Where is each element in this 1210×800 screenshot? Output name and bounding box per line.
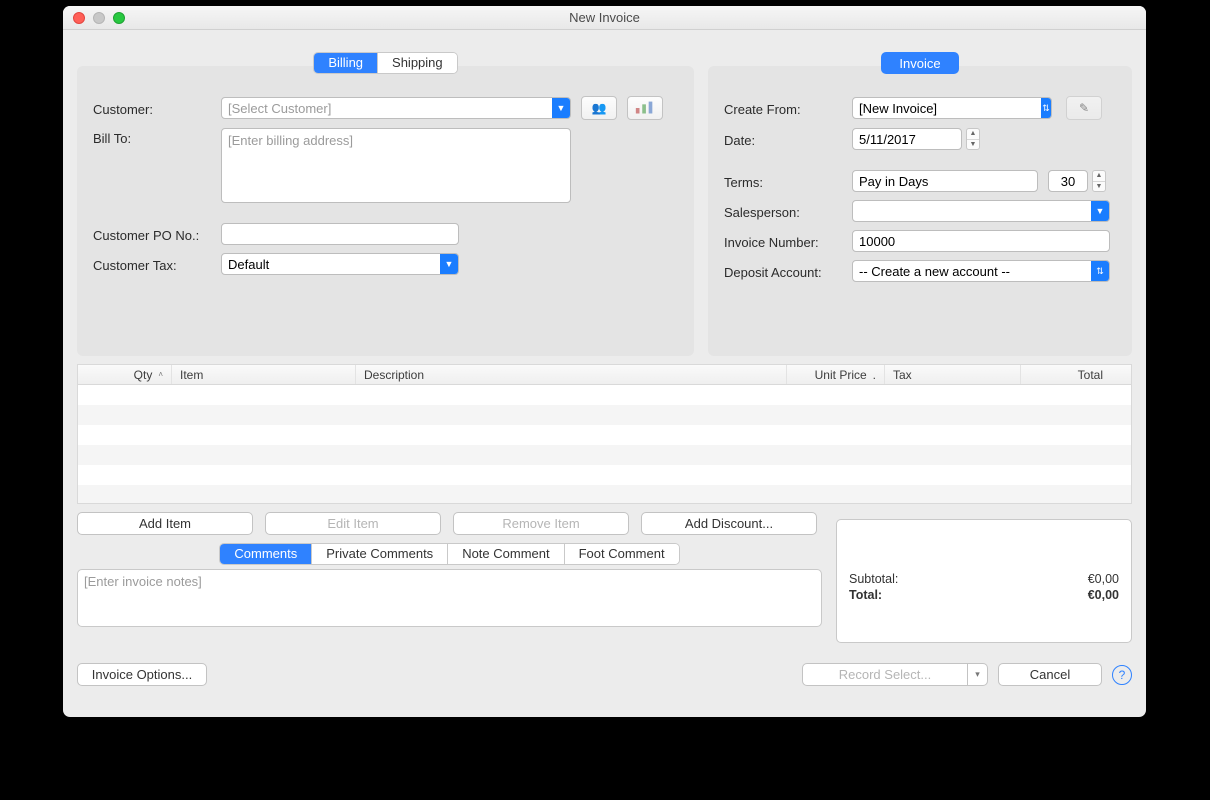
table-row[interactable] xyxy=(78,405,1131,425)
invoice-number-input[interactable] xyxy=(852,230,1110,252)
table-body xyxy=(78,385,1131,504)
cancel-button[interactable]: Cancel xyxy=(998,663,1102,686)
date-stepper[interactable]: ▲ ▼ xyxy=(966,128,980,150)
billing-panel: Billing Shipping Customer: ▼ 👥 xyxy=(77,66,694,356)
subtotal-label: Subtotal: xyxy=(849,572,898,586)
sort-asc-icon: ˄ xyxy=(158,370,163,379)
notes-tabs: Comments Private Comments Note Comment F… xyxy=(219,543,679,565)
manage-customers-button[interactable]: 👥 xyxy=(581,96,617,120)
record-select-dropdown[interactable]: Record Select... ▾ xyxy=(802,663,988,686)
chevron-down-icon[interactable]: ▾ xyxy=(968,663,988,686)
deposit-account-label: Deposit Account: xyxy=(724,262,852,280)
bar-chart-icon xyxy=(634,100,656,116)
titlebar: New Invoice xyxy=(63,6,1146,30)
customer-label: Customer: xyxy=(93,99,221,117)
bill-to-textarea[interactable] xyxy=(221,128,571,203)
chevron-down-icon[interactable]: ▼ xyxy=(552,98,570,118)
chevrons-updown-icon[interactable]: ⇅ xyxy=(1091,261,1109,281)
customer-tax-select[interactable]: ▼ xyxy=(221,253,459,275)
subtotal-value: €0,00 xyxy=(1088,572,1119,586)
tab-private-comments[interactable]: Private Comments xyxy=(311,544,447,564)
customer-tax-value xyxy=(222,257,440,272)
table-row[interactable] xyxy=(78,465,1131,485)
people-icon: 👥 xyxy=(592,101,607,115)
chevron-up-icon[interactable]: ▲ xyxy=(1093,171,1105,182)
customer-input[interactable] xyxy=(222,101,552,116)
terms-days-input[interactable] xyxy=(1048,170,1088,192)
deposit-account-value xyxy=(853,264,1091,279)
customer-tax-label: Customer Tax: xyxy=(93,255,221,273)
window-title: New Invoice xyxy=(569,10,640,25)
tab-foot-comment[interactable]: Foot Comment xyxy=(564,544,679,564)
tab-billing[interactable]: Billing xyxy=(314,53,377,73)
table-row[interactable] xyxy=(78,425,1131,445)
invoice-heading: Invoice xyxy=(881,52,958,74)
invoice-panel: Invoice Create From: ⇅ ✎ Date: xyxy=(708,66,1132,356)
table-row[interactable] xyxy=(78,445,1131,465)
col-total[interactable]: Total xyxy=(1021,365,1131,384)
line-items-table[interactable]: Qty˄ Item Description Unit Price. Tax To… xyxy=(77,364,1132,504)
table-row[interactable] xyxy=(78,385,1131,405)
terms-value xyxy=(853,174,1038,189)
bill-to-label: Bill To: xyxy=(93,128,221,146)
new-invoice-window: New Invoice Billing Shipping Customer: xyxy=(63,6,1146,717)
add-item-button[interactable]: Add Item xyxy=(77,512,253,535)
col-unit-price[interactable]: Unit Price. xyxy=(787,365,885,384)
minimize-window-button[interactable] xyxy=(93,12,105,24)
chevrons-updown-icon[interactable]: ⇅ xyxy=(1041,98,1051,118)
remove-item-button[interactable]: Remove Item xyxy=(453,512,629,535)
add-discount-button[interactable]: Add Discount... xyxy=(641,512,817,535)
invoice-number-label: Invoice Number: xyxy=(724,232,852,250)
tab-comments[interactable]: Comments xyxy=(220,544,311,564)
col-qty[interactable]: Qty˄ xyxy=(78,365,172,384)
create-from-select[interactable]: ⇅ xyxy=(852,97,1052,119)
chevron-down-icon[interactable]: ▼ xyxy=(440,254,458,274)
terms-select[interactable]: ⇅ xyxy=(852,170,1038,192)
total-value: €0,00 xyxy=(1088,588,1119,602)
invoice-options-button[interactable]: Invoice Options... xyxy=(77,663,207,686)
invoice-notes-textarea[interactable]: [Enter invoice notes] xyxy=(77,569,822,627)
terms-days-stepper[interactable]: ▲ ▼ xyxy=(1092,170,1106,192)
customer-chart-button[interactable] xyxy=(627,96,663,120)
terms-label: Terms: xyxy=(724,172,852,190)
record-select-button[interactable]: Record Select... xyxy=(802,663,968,686)
help-button[interactable]: ? xyxy=(1112,665,1132,685)
salesperson-label: Salesperson: xyxy=(724,202,852,220)
zoom-window-button[interactable] xyxy=(113,12,125,24)
col-item[interactable]: Item xyxy=(172,365,356,384)
col-description[interactable]: Description xyxy=(356,365,787,384)
chevron-up-icon[interactable]: ▲ xyxy=(967,129,979,140)
customer-combo[interactable]: ▼ xyxy=(221,97,571,119)
date-label: Date: xyxy=(724,130,852,148)
table-row[interactable] xyxy=(78,485,1131,504)
date-input[interactable] xyxy=(852,128,962,150)
chevron-down-icon[interactable]: ▼ xyxy=(1093,182,1105,192)
customer-po-label: Customer PO No.: xyxy=(93,225,221,243)
total-label: Total: xyxy=(849,588,882,602)
pencil-icon: ✎ xyxy=(1079,101,1089,115)
billing-shipping-tabs: Billing Shipping xyxy=(313,52,457,74)
salesperson-combo[interactable]: ▼ xyxy=(852,200,1110,222)
tab-note-comment[interactable]: Note Comment xyxy=(447,544,563,564)
table-header: Qty˄ Item Description Unit Price. Tax To… xyxy=(78,365,1131,385)
chevron-down-icon[interactable]: ▼ xyxy=(967,140,979,150)
chevron-down-icon[interactable]: ▼ xyxy=(1091,201,1109,221)
totals-panel: Subtotal: €0,00 Total: €0,00 xyxy=(836,519,1132,643)
edit-item-button[interactable]: Edit Item xyxy=(265,512,441,535)
col-tax[interactable]: Tax xyxy=(885,365,1021,384)
customer-po-input[interactable] xyxy=(221,223,459,245)
edit-template-button[interactable]: ✎ xyxy=(1066,96,1102,120)
create-from-label: Create From: xyxy=(724,99,852,117)
tab-shipping[interactable]: Shipping xyxy=(377,53,457,73)
close-window-button[interactable] xyxy=(73,12,85,24)
deposit-account-select[interactable]: ⇅ xyxy=(852,260,1110,282)
create-from-value xyxy=(853,101,1041,116)
salesperson-input[interactable] xyxy=(853,204,1091,219)
